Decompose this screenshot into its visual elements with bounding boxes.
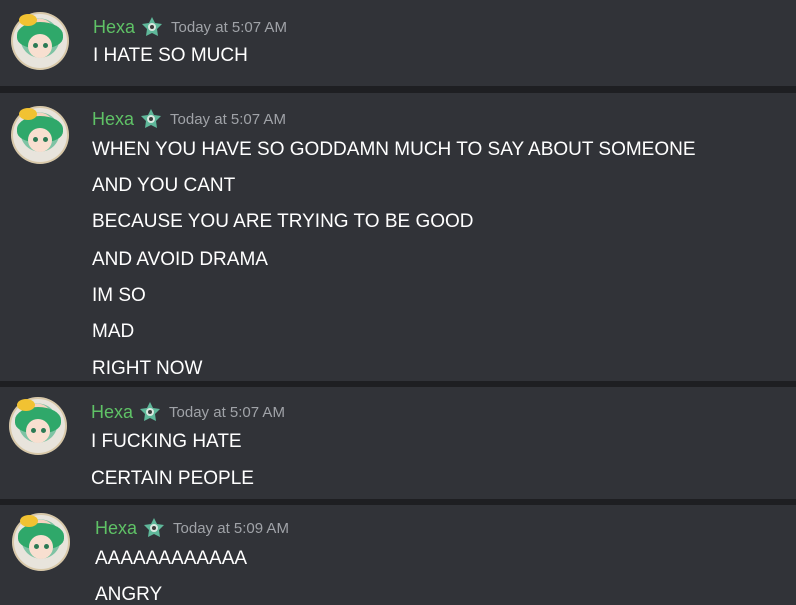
message-line: AND AVOID DRAMA xyxy=(92,249,268,270)
message-line: I HATE SO MUCH xyxy=(93,45,248,66)
message-group: Hexa Today at 5:09 AM AAAAAAAAAAAA ANGRY xyxy=(0,505,796,605)
avatar[interactable] xyxy=(9,397,67,455)
message-line: AAAAAAAAAAAA xyxy=(95,548,248,569)
username[interactable]: Hexa xyxy=(91,402,133,423)
message-line: CERTAIN PEOPLE xyxy=(91,468,254,489)
message-line: IM SO xyxy=(92,285,146,306)
message-header: Hexa Today at 5:07 AM xyxy=(93,16,287,38)
username[interactable]: Hexa xyxy=(95,518,137,539)
message-header: Hexa Today at 5:07 AM xyxy=(91,401,285,423)
role-badge-icon xyxy=(143,517,165,539)
username[interactable]: Hexa xyxy=(92,109,134,130)
message-timestamp[interactable]: Today at 5:07 AM xyxy=(170,111,286,128)
avatar[interactable] xyxy=(11,12,69,70)
avatar[interactable] xyxy=(12,513,70,571)
message-group: Hexa Today at 5:07 AM I FUCKING HATE CER… xyxy=(0,387,796,499)
message-line: ANGRY xyxy=(95,584,163,605)
message-line: MAD xyxy=(92,321,135,342)
role-badge-icon xyxy=(140,108,162,130)
message-group: Hexa Today at 5:07 AM WHEN YOU HAVE SO G… xyxy=(0,93,796,381)
message-group: Hexa Today at 5:07 AM I HATE SO MUCH xyxy=(0,0,796,86)
avatar[interactable] xyxy=(11,106,69,164)
username[interactable]: Hexa xyxy=(93,17,135,38)
message-list: Hexa Today at 5:07 AM I HATE SO MUCH Hex… xyxy=(0,0,796,605)
message-header: Hexa Today at 5:07 AM xyxy=(92,108,286,130)
message-line: AND YOU CANT xyxy=(92,175,236,196)
message-line: WHEN YOU HAVE SO GODDAMN MUCH TO SAY ABO… xyxy=(92,139,696,160)
message-line: RIGHT NOW xyxy=(92,358,203,379)
role-badge-icon xyxy=(139,401,161,423)
message-timestamp[interactable]: Today at 5:09 AM xyxy=(173,520,289,537)
role-badge-icon xyxy=(141,16,163,38)
message-header: Hexa Today at 5:09 AM xyxy=(95,517,289,539)
message-line: BECAUSE YOU ARE TRYING TO BE GOOD xyxy=(92,211,474,232)
message-timestamp[interactable]: Today at 5:07 AM xyxy=(169,404,285,421)
message-timestamp[interactable]: Today at 5:07 AM xyxy=(171,19,287,36)
message-line: I FUCKING HATE xyxy=(91,431,242,452)
